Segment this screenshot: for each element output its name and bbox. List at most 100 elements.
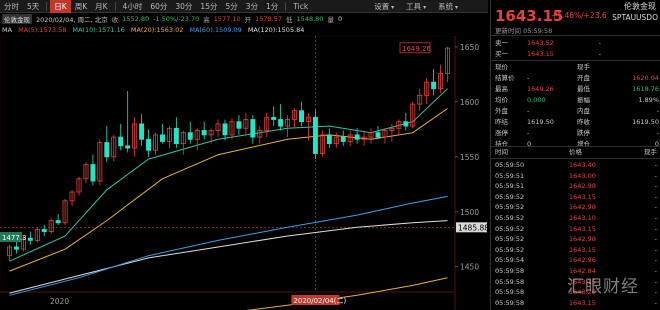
- ask-row: 卖一 1643.52 -: [491, 38, 660, 49]
- row-label: 卖一: [495, 39, 508, 47]
- tick-time: 05:59:58: [495, 298, 525, 307]
- stat-label: 内盘: [577, 107, 590, 115]
- stat-label: 现手: [577, 63, 590, 71]
- timeframe-tab[interactable]: 60分: [146, 0, 171, 13]
- stat-row: 昨结 1619.50 昨收 1619.50: [491, 117, 660, 128]
- candle-body: [187, 132, 193, 140]
- timeframe-tab[interactable]: 周K: [71, 0, 91, 13]
- stat-value: 1.89%: [638, 96, 659, 104]
- tick-qty: -: [654, 224, 657, 233]
- stat-row: 外盘 - 内盘 -: [491, 106, 660, 117]
- y-tick-label: 1600: [460, 98, 479, 107]
- tick-qty: -: [654, 298, 657, 307]
- stat-row: 均价 0.000 振幅 1.89%: [491, 95, 660, 106]
- price-change: +1.46%/+23.6: [551, 11, 607, 20]
- stat-label: 最高: [495, 85, 508, 93]
- timeframe-tab[interactable]: 30分: [171, 0, 196, 13]
- stat-label: 昨结: [495, 118, 508, 126]
- row-qty: -: [598, 50, 601, 58]
- instrument-name: 伦敦金现: [2, 13, 32, 24]
- update-time: 更新时间 05:59:58: [495, 27, 553, 35]
- candle-body: [125, 145, 131, 149]
- ma-lower-line: [245, 277, 448, 310]
- tick-time: 05:59:52: [495, 245, 525, 254]
- row-price: 1643.15: [527, 50, 554, 58]
- x-axis-year-label: 2020: [50, 297, 69, 306]
- stat-row: 最高 1649.26 最低 1618.76: [491, 84, 660, 95]
- ma10-legend: MA(10):1571.16: [72, 25, 125, 34]
- system-menu[interactable]: 系统 ▾: [438, 0, 458, 13]
- stat-value: 1619.50: [527, 118, 554, 126]
- tick-price: 1643.15: [569, 192, 596, 201]
- plot-frame: [0, 36, 456, 293]
- timeframe-tab[interactable]: 5分: [221, 0, 241, 13]
- stat-value: -: [527, 107, 530, 115]
- tick-time: 05:59:52: [495, 214, 525, 222]
- timeframe-toolbar: 分时 5天 日K 周K 月K 4小时 60分 30分 15分 5分 3分 1分 Tick 设置 ▾ 工具…: [0, 0, 488, 13]
- timeframe-tab[interactable]: 1分: [262, 0, 282, 13]
- candle-body: [139, 123, 145, 140]
- candle-body: [27, 237, 33, 241]
- toolbar-divider: [285, 1, 287, 11]
- quote-panel: 伦敦金现 1643.15 +1.46%/+23.6 SPTAUUSDO 更新时间…: [490, 0, 660, 310]
- crosshair-date-label: 2020/02/04(二): [293, 297, 346, 305]
- tick-row: 05:59:54 1642.96 -: [491, 255, 660, 266]
- tick-time: 05:59:52: [495, 192, 525, 201]
- stat-label: 现价: [495, 63, 508, 71]
- tick-time: 05:59:52: [495, 224, 525, 233]
- timeframe-tab[interactable]: 分时: [0, 0, 23, 13]
- timeframe-tab[interactable]: 5天: [23, 0, 43, 13]
- high-value: 1577.10: [213, 14, 241, 23]
- timeframe-tab[interactable]: 月K: [91, 0, 111, 13]
- tick-row: 05:59:50 1643.40 -: [491, 160, 660, 171]
- watermark-logo: 汇眼财经: [567, 277, 639, 297]
- candle-body: [299, 110, 304, 123]
- toolbar-divider: [46, 1, 48, 11]
- tools-menu[interactable]: 工具 ▾: [406, 0, 426, 13]
- row-price: 1643.52: [527, 39, 554, 47]
- candle-body: [90, 164, 96, 182]
- tick-price: 1643.10: [569, 214, 596, 222]
- timeframe-tab[interactable]: 日K: [50, 0, 71, 13]
- candle-body: [278, 119, 284, 127]
- timeframe-tab[interactable]: 4小时: [119, 0, 147, 13]
- timeframe-tab[interactable]: 15分: [196, 0, 221, 13]
- candle-body: [201, 130, 207, 136]
- timeframe-tab[interactable]: 3分: [242, 0, 262, 13]
- row-label: 买一: [495, 50, 508, 58]
- tick-price: 1642.98: [569, 235, 596, 244]
- candle-body: [271, 116, 277, 120]
- close-value: 1552.80: [122, 14, 150, 23]
- stat-value: 1618.76: [632, 85, 659, 93]
- stat-value: -: [527, 74, 530, 82]
- candle-body: [236, 121, 242, 129]
- tick-qty: -: [654, 192, 657, 201]
- candle-body: [354, 134, 360, 140]
- stat-value: -: [656, 107, 659, 115]
- current-price-label: 1485.88: [458, 223, 488, 232]
- tick-row: 05:59:52 1642.98 -: [491, 202, 660, 213]
- candle-body: [326, 134, 332, 145]
- timeframe-tab[interactable]: Tick: [289, 0, 312, 13]
- ma10-line: [9, 88, 448, 262]
- y-tick-label: 1550: [460, 153, 479, 162]
- candlestick-chart[interactable]: 1650 1600 1550 1500 1450 1485.88 1649.26 1477.3…: [0, 36, 488, 310]
- candle-body: [146, 138, 152, 151]
- candle-body: [13, 246, 19, 250]
- ma-legend-bar: MA MA(5):1573.58 MA(10):1571.16 MA(20):1…: [0, 24, 488, 35]
- stat-value: -: [527, 129, 530, 137]
- stat-value: 0.000: [527, 96, 546, 104]
- y-tick-label: 1650: [460, 43, 479, 52]
- tick-row: 05:59:52 1643.15 -: [491, 245, 660, 256]
- stat-label: 外盘: [495, 107, 508, 115]
- tick-price: 1643.00: [569, 171, 596, 180]
- bid-row: 买一 1643.15 -: [491, 49, 660, 60]
- candle-body: [431, 81, 437, 90]
- candle-body: [403, 121, 409, 127]
- tick-time: 05:59:58: [495, 277, 525, 286]
- tick-price: 1642.96: [569, 256, 596, 265]
- volume-value: 0: [337, 14, 343, 23]
- stat-value: -: [656, 129, 659, 137]
- settings-menu[interactable]: 设置 ▾: [374, 0, 394, 13]
- tick-qty: -: [654, 182, 657, 191]
